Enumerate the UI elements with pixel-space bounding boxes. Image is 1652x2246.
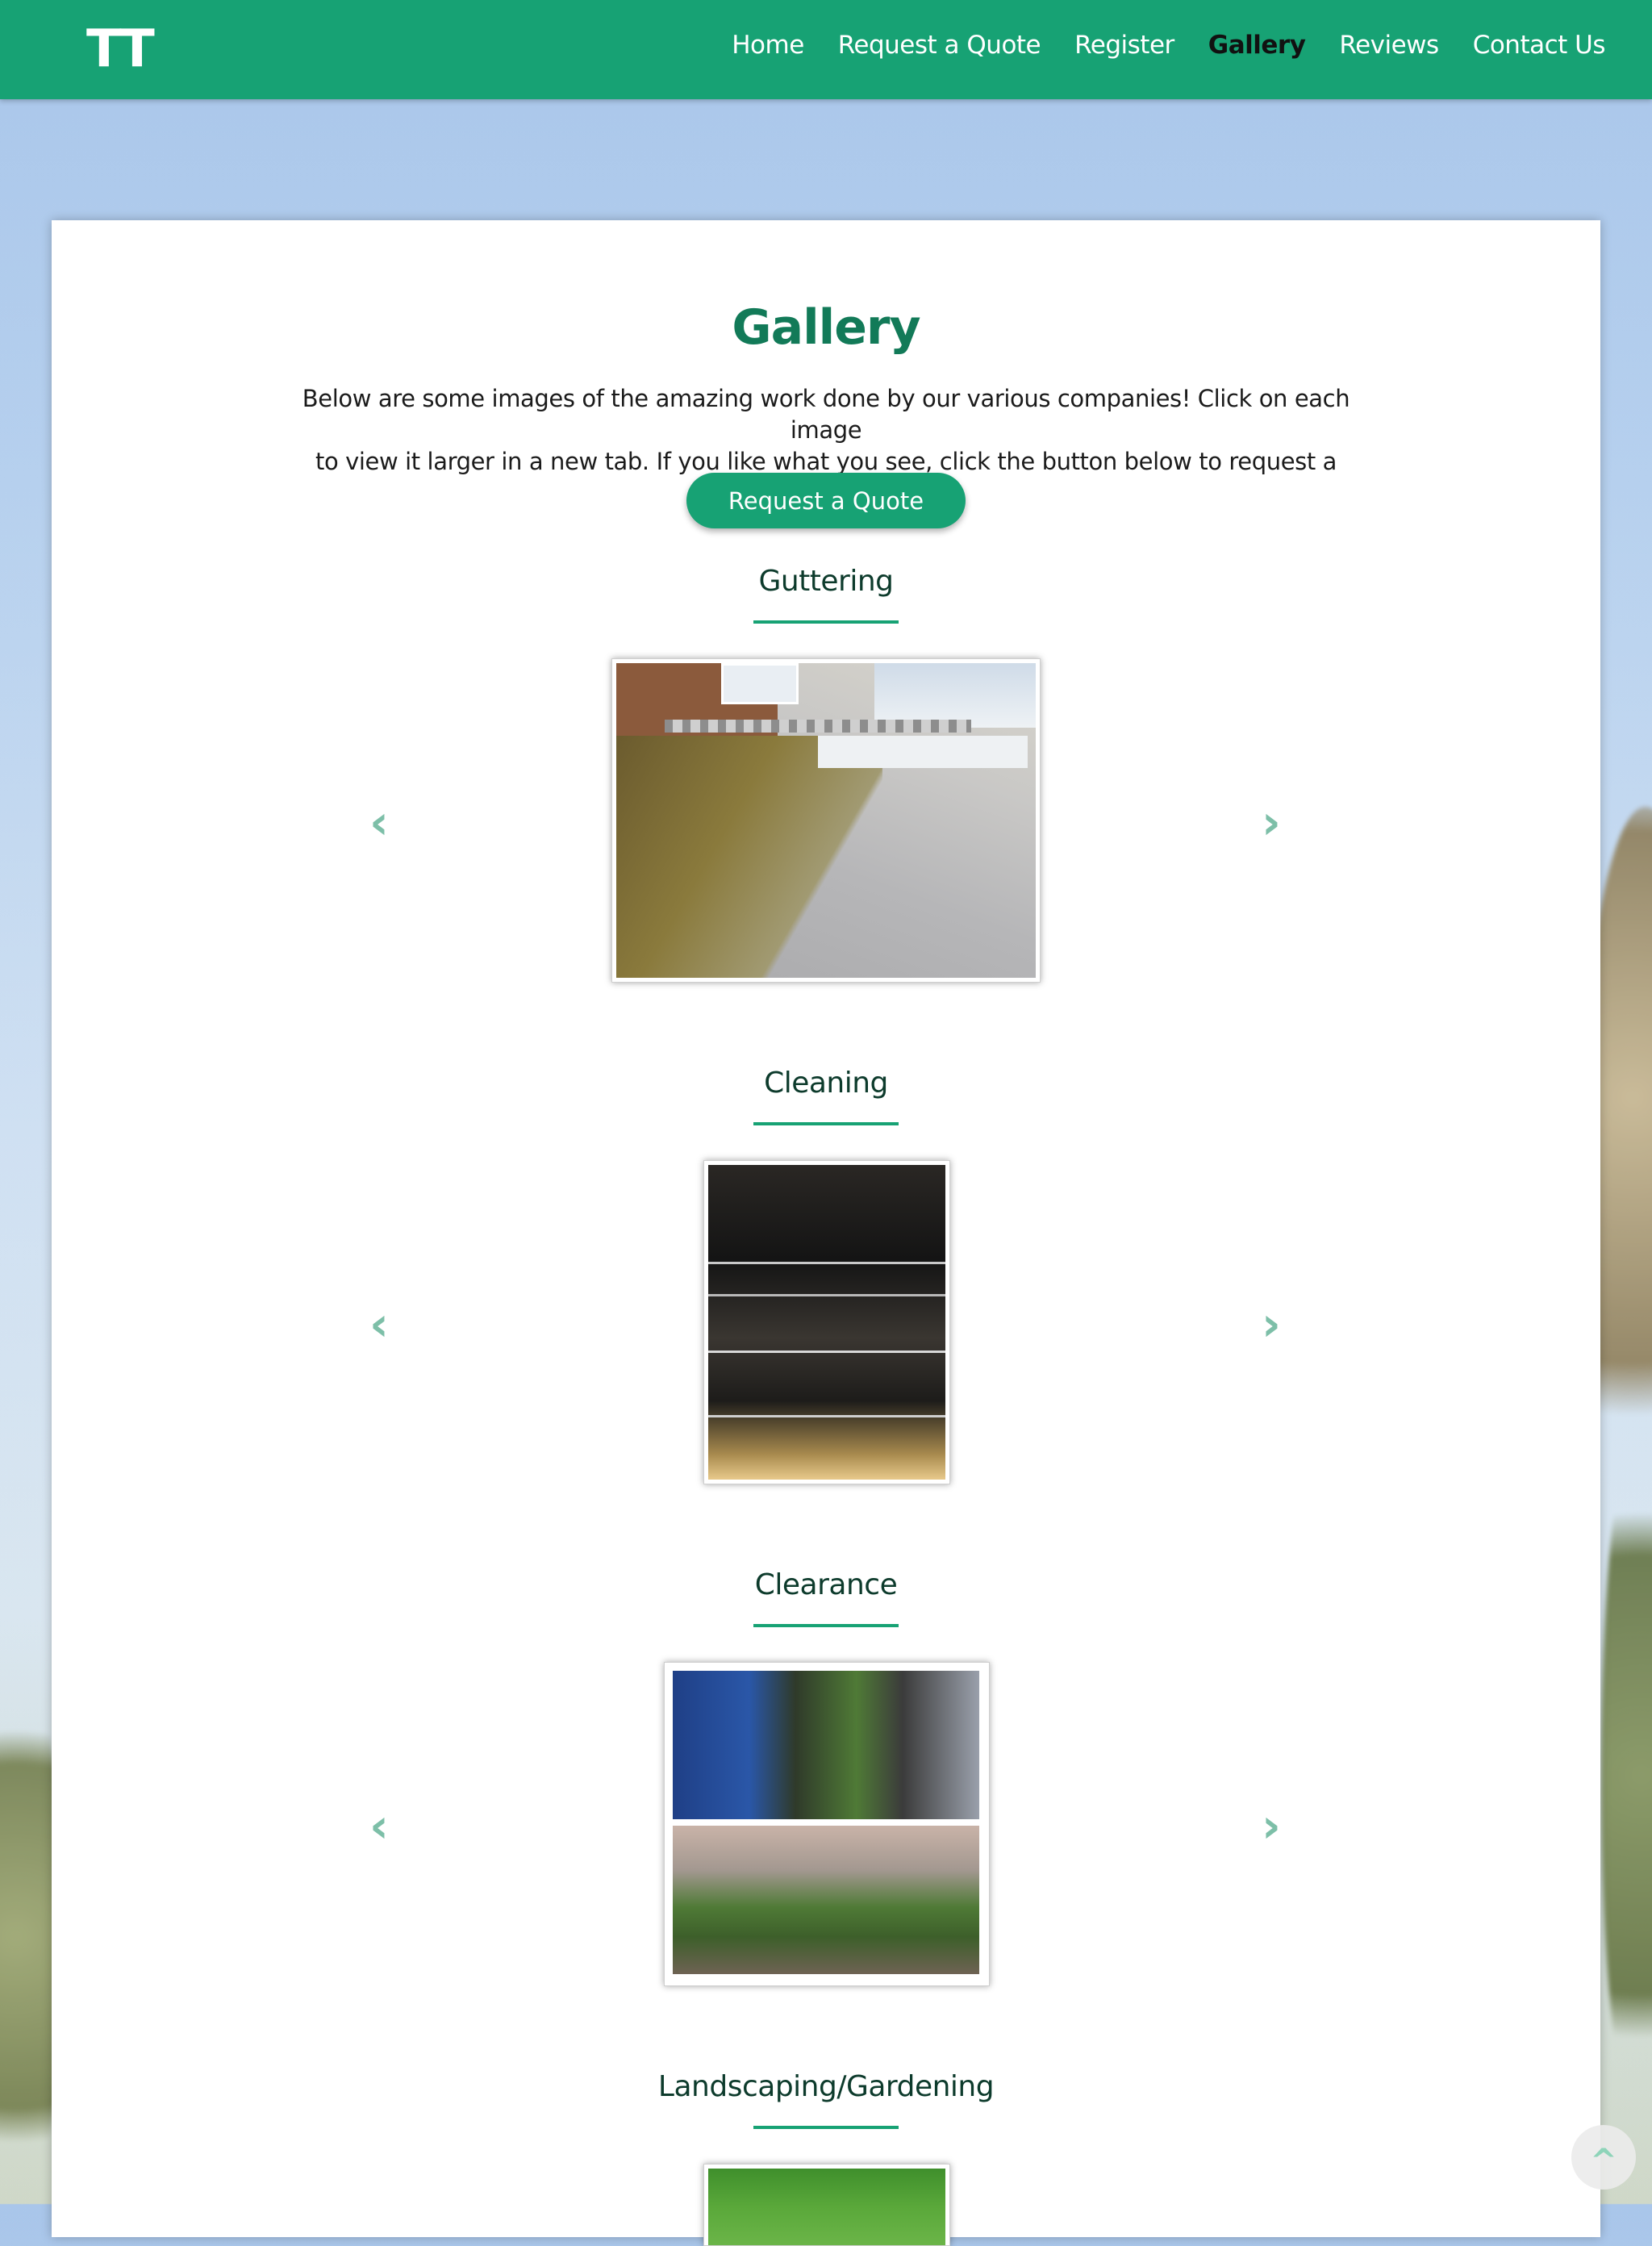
- section-heading-cleaning: Cleaning: [764, 1067, 888, 1100]
- caret-up-icon: ^: [1590, 2143, 1617, 2180]
- nav-reviews[interactable]: Reviews: [1339, 31, 1439, 60]
- chevron-right-icon[interactable]: ›: [1255, 798, 1287, 846]
- clearance-after-photo: [673, 1826, 979, 1974]
- back-to-top-button[interactable]: ^: [1571, 2125, 1636, 2190]
- section-underline: [753, 620, 899, 624]
- nav-links: Home Request a Quote Register Gallery Re…: [732, 31, 1605, 60]
- clearance-before-photo: [673, 1671, 979, 1819]
- section-underline: [753, 1624, 899, 1627]
- top-navbar: TT Home Request a Quote Register Gallery…: [0, 0, 1652, 99]
- section-underline: [753, 1122, 899, 1125]
- nav-home[interactable]: Home: [732, 31, 804, 60]
- gallery-card: Gallery Below are some images of the ama…: [52, 220, 1600, 2246]
- chevron-left-icon[interactable]: ‹: [363, 798, 395, 846]
- page-title: Gallery: [732, 299, 920, 356]
- section-heading-clearance: Clearance: [754, 1568, 898, 1601]
- cleaning-photo: [708, 1165, 945, 1480]
- gallery-image-cleaning[interactable]: [703, 1160, 950, 1484]
- landscaping-photo: [708, 2169, 945, 2245]
- guttering-photo: [616, 663, 1036, 978]
- nav-gallery[interactable]: Gallery: [1208, 31, 1306, 60]
- section-heading-landscaping: Landscaping/Gardening: [657, 2070, 995, 2103]
- gallery-image-landscaping[interactable]: [703, 2164, 950, 2246]
- chevron-left-icon[interactable]: ‹: [363, 1801, 395, 1850]
- nav-register[interactable]: Register: [1074, 31, 1174, 60]
- site-logo[interactable]: TT: [86, 19, 155, 79]
- chevron-left-icon[interactable]: ‹: [363, 1300, 395, 1348]
- request-quote-button[interactable]: Request a Quote: [686, 473, 966, 528]
- section-heading-guttering: Guttering: [758, 565, 894, 598]
- chevron-right-icon[interactable]: ›: [1255, 1300, 1287, 1348]
- gallery-image-clearance[interactable]: [664, 1662, 990, 1986]
- intro-line: Below are some images of the amazing wor…: [302, 385, 1350, 444]
- chevron-right-icon[interactable]: ›: [1255, 1801, 1287, 1850]
- background-tree: [1601, 1412, 1652, 2138]
- section-underline: [753, 2126, 899, 2129]
- nav-contact-us[interactable]: Contact Us: [1473, 31, 1606, 60]
- gallery-image-guttering[interactable]: [611, 658, 1041, 983]
- nav-request-quote[interactable]: Request a Quote: [838, 31, 1041, 60]
